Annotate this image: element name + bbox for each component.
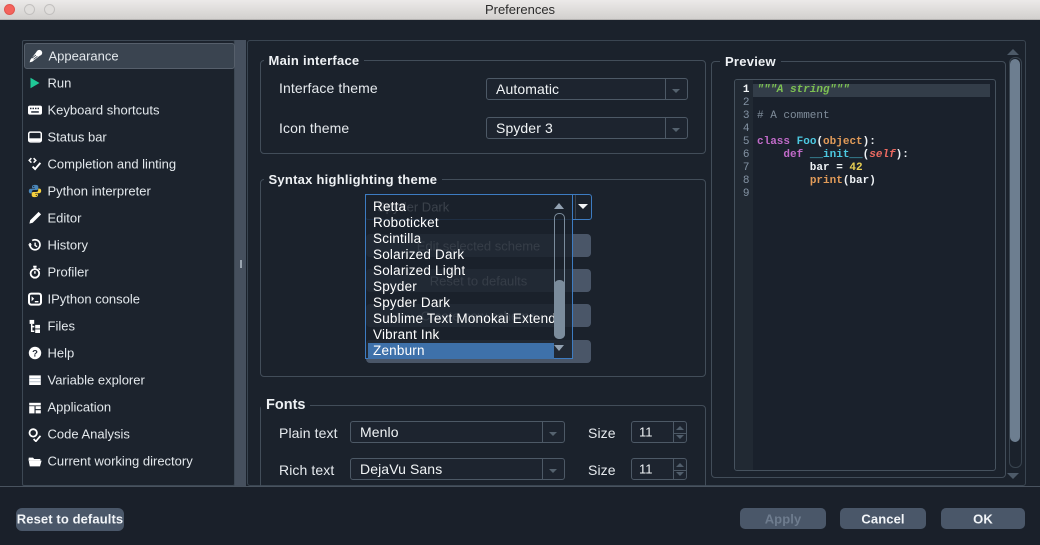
svg-text:?: ? <box>32 349 38 360</box>
